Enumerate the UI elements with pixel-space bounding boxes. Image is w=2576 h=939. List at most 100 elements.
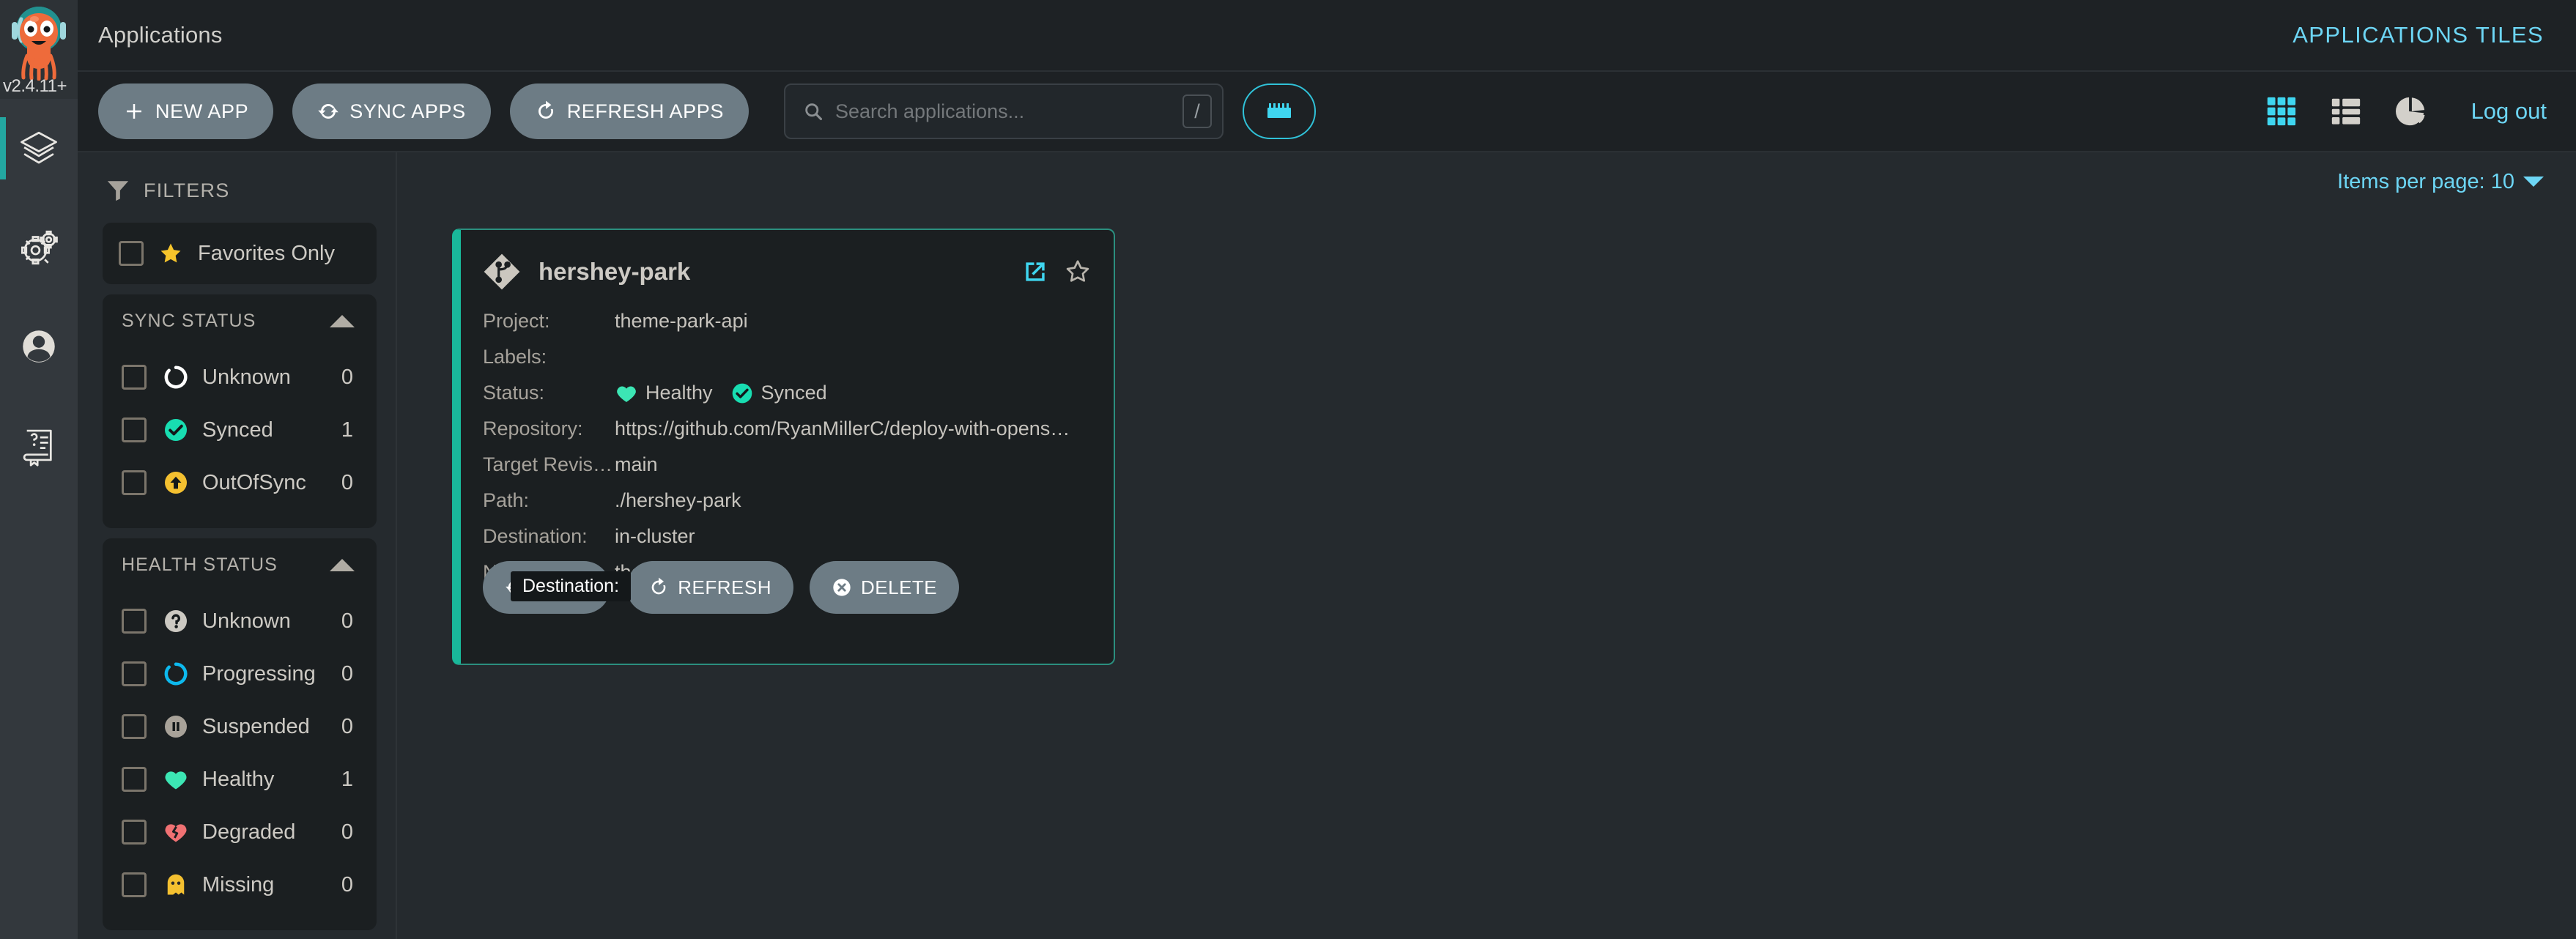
chevron-up-icon[interactable] [330, 559, 355, 571]
detail-value: ./hershey-park [615, 489, 741, 511]
argocd-app-shell: v2.4.11+ Applications APPLICATIONS TILES… [0, 0, 2576, 939]
sync-apps-button[interactable]: SYNC APPS [292, 83, 491, 139]
search-icon [805, 103, 822, 121]
health-degraded-checkbox[interactable] [122, 820, 147, 845]
keyboard-icon [1267, 103, 1291, 118]
summary-pie-view-icon[interactable] [2394, 94, 2427, 128]
health-degraded-count: 0 [341, 820, 353, 844]
detail-row-status: Status: Healthy Synced [483, 375, 1092, 411]
card-delete-button[interactable]: DELETE [810, 561, 960, 614]
view-mode-label: APPLICATIONS TILES [2292, 22, 2544, 48]
detail-label: Repository: [483, 417, 583, 439]
toolbar: NEW APP SYNC APPS REFRESH APPS Search ap… [78, 72, 2576, 152]
help-book-icon [23, 429, 52, 467]
filter-section-sync-status: SYNC STATUS Unknown 0 Synced 1 OutOfSync… [103, 294, 377, 528]
check-circle-icon [165, 419, 187, 441]
filter-row-sync-unknown[interactable]: Unknown 0 [119, 351, 360, 404]
external-link-icon[interactable] [1021, 258, 1049, 286]
refresh-apps-button[interactable]: REFRESH APPS [509, 83, 749, 139]
sidebar-item-settings[interactable] [0, 198, 78, 297]
application-tiles: hershey-park Project: theme-park-api Lab… [397, 201, 2576, 665]
heart-broken-icon [165, 824, 187, 842]
detail-row-labels: Labels: [483, 339, 1092, 375]
titlebar: Applications APPLICATIONS TILES [78, 0, 2576, 72]
sync-synced-checkbox[interactable] [122, 417, 147, 442]
filter-row-sync-synced[interactable]: Synced 1 [119, 404, 360, 456]
view-mode-icons [2265, 94, 2427, 128]
filter-row-health-progressing[interactable]: Progressing 0 [119, 647, 360, 700]
circle-notch-icon [164, 365, 188, 389]
star-outline-icon[interactable] [1064, 258, 1092, 286]
application-detail-rows: Project: theme-park-api Labels: Status: [483, 303, 1092, 590]
filter-row-sync-outofsync[interactable]: OutOfSync 0 [119, 456, 360, 509]
star-icon [160, 243, 181, 263]
detail-value: main [615, 453, 658, 475]
sync-unknown-checkbox[interactable] [122, 365, 147, 390]
filter-row-health-healthy[interactable]: Healthy 1 [119, 753, 360, 806]
sync-status-header[interactable]: SYNC STATUS [119, 311, 360, 332]
health-progressing-checkbox[interactable] [122, 661, 147, 686]
favorites-only-row[interactable]: Favorites Only [119, 233, 360, 274]
sync-outofsync-label: OutOfSync [202, 470, 306, 494]
user-avatar-icon [23, 330, 55, 363]
application-card[interactable]: hershey-park Project: theme-park-api Lab… [452, 229, 1115, 665]
filter-row-health-degraded[interactable]: Degraded 0 [119, 806, 360, 858]
chevron-down-icon [2523, 177, 2544, 187]
health-status-header[interactable]: HEALTH STATUS [119, 554, 360, 576]
refresh-apps-button-label: REFRESH APPS [566, 100, 724, 122]
health-healthy-checkbox[interactable] [122, 767, 147, 792]
card-refresh-label: REFRESH [678, 576, 771, 598]
sync-status-text: Synced [760, 382, 827, 404]
version-label: v2.4.11+ [3, 76, 67, 96]
sidebar-item-applications[interactable] [0, 99, 78, 198]
health-unknown-count: 0 [341, 609, 353, 633]
filter-row-health-missing[interactable]: Missing 0 [119, 858, 360, 911]
keyboard-shortcuts-button[interactable] [1242, 83, 1316, 139]
tiles-view-icon[interactable] [2265, 94, 2298, 128]
health-missing-label: Missing [202, 872, 275, 897]
detail-label: Target Revis… [483, 453, 613, 475]
detail-label: Project: [483, 310, 550, 332]
health-unknown-checkbox[interactable] [122, 609, 147, 634]
sidebar-item-documentation[interactable] [0, 396, 78, 494]
detail-value: https://github.com/RyanMillerC/deploy-wi… [615, 417, 1070, 439]
application-card-actions [1021, 258, 1092, 286]
destination-tooltip: Destination: [511, 571, 632, 601]
health-missing-checkbox[interactable] [122, 872, 147, 897]
favorites-only-checkbox[interactable] [119, 241, 144, 266]
chevron-up-icon[interactable] [330, 315, 355, 327]
search-input[interactable] [834, 100, 1182, 123]
detail-label: Destination: [483, 525, 588, 547]
health-progressing-count: 0 [341, 661, 353, 686]
detail-row-project: Project: theme-park-api [483, 303, 1092, 339]
filters-pane: FILTERS Favorites Only SYNC STATUS Unkno… [78, 152, 397, 939]
favorites-only-card: Favorites Only [103, 223, 377, 284]
question-circle-icon [165, 610, 187, 632]
logo-area[interactable]: v2.4.11+ [0, 0, 78, 99]
card-refresh-button[interactable]: REFRESH [626, 561, 793, 614]
sync-outofsync-checkbox[interactable] [122, 470, 147, 495]
filter-row-health-suspended[interactable]: Suspended 0 [119, 700, 360, 753]
heart-icon [617, 386, 636, 402]
new-app-button[interactable]: NEW APP [98, 83, 274, 139]
items-per-page-dropdown[interactable]: Items per page: 10 [2337, 170, 2544, 194]
logout-link[interactable]: Log out [2471, 98, 2547, 125]
health-suspended-label: Suspended [202, 714, 310, 738]
plus-icon [127, 104, 141, 119]
search-box[interactable]: / [783, 83, 1224, 139]
detail-row-repository: Repository: https://github.com/RyanMille… [483, 411, 1092, 447]
check-circle-icon [732, 383, 752, 403]
filter-funnel-icon [107, 181, 129, 201]
health-suspended-checkbox[interactable] [122, 714, 147, 739]
detail-value: in-cluster [615, 525, 695, 547]
health-missing-count: 0 [341, 872, 353, 897]
list-view-icon[interactable] [2329, 94, 2363, 128]
sidebar-item-user-info[interactable] [0, 297, 78, 396]
page-title: Applications [98, 22, 223, 48]
health-healthy-label: Healthy [202, 767, 275, 791]
filter-row-health-unknown[interactable]: Unknown 0 [119, 595, 360, 647]
health-unknown-label: Unknown [202, 609, 291, 633]
health-healthy-count: 1 [341, 767, 353, 791]
health-status-text: Healthy [645, 382, 713, 404]
sync-outofsync-count: 0 [341, 470, 353, 494]
